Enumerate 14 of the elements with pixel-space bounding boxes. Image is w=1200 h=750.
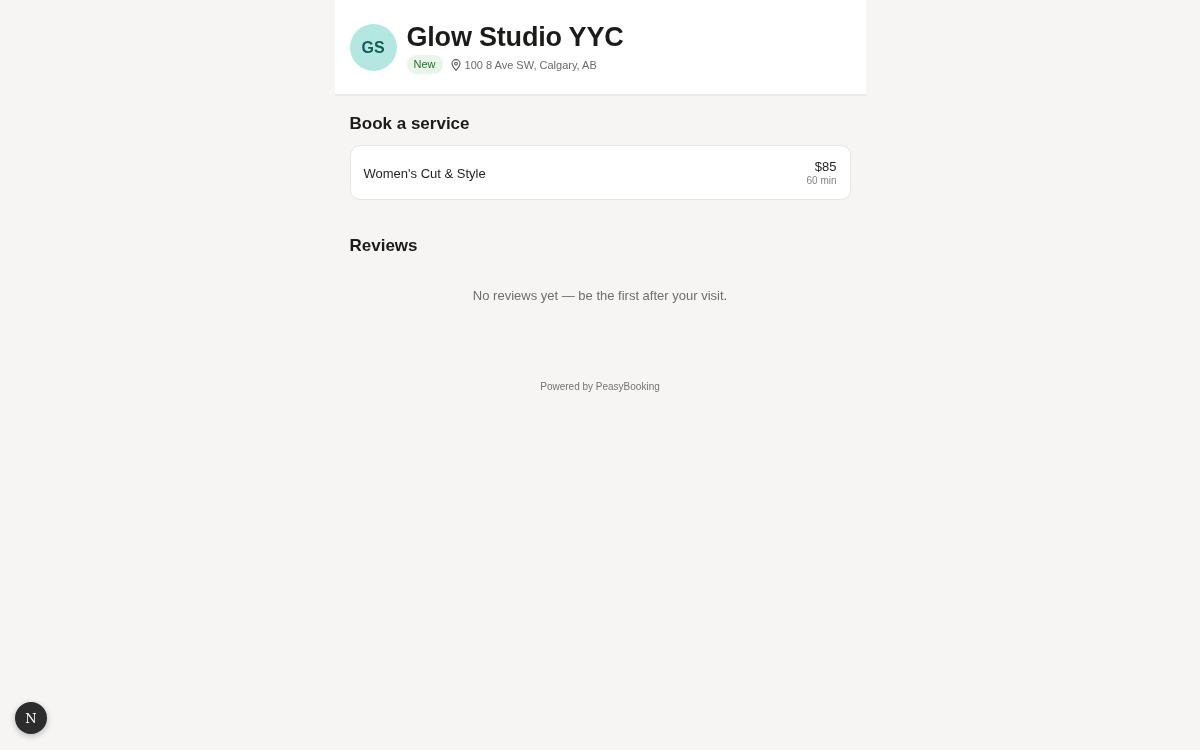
empty-reviews-message: No reviews yet — be the first after your visit. (471, 288, 729, 304)
footer-text: Powered by PeasyBooking (539, 381, 661, 393)
business-name: Glow Studio YYC (406, 24, 624, 50)
map-pin-icon (450, 58, 461, 71)
status-badge: New (406, 55, 443, 74)
dev-tools-button[interactable]: N (15, 702, 47, 734)
service-name: Women's Cut & Style (363, 165, 486, 181)
service-price: $85 (814, 159, 837, 174)
service-card[interactable]: Women's Cut & Style $85 60 min (349, 145, 851, 200)
address-text: 100 8 Ave SW, Calgary, AB (464, 58, 597, 71)
section-heading: Reviews (349, 235, 419, 257)
section-heading: Book a service (349, 113, 471, 135)
service-duration: 60 min (806, 174, 837, 187)
avatar-initials: GS (349, 24, 397, 71)
